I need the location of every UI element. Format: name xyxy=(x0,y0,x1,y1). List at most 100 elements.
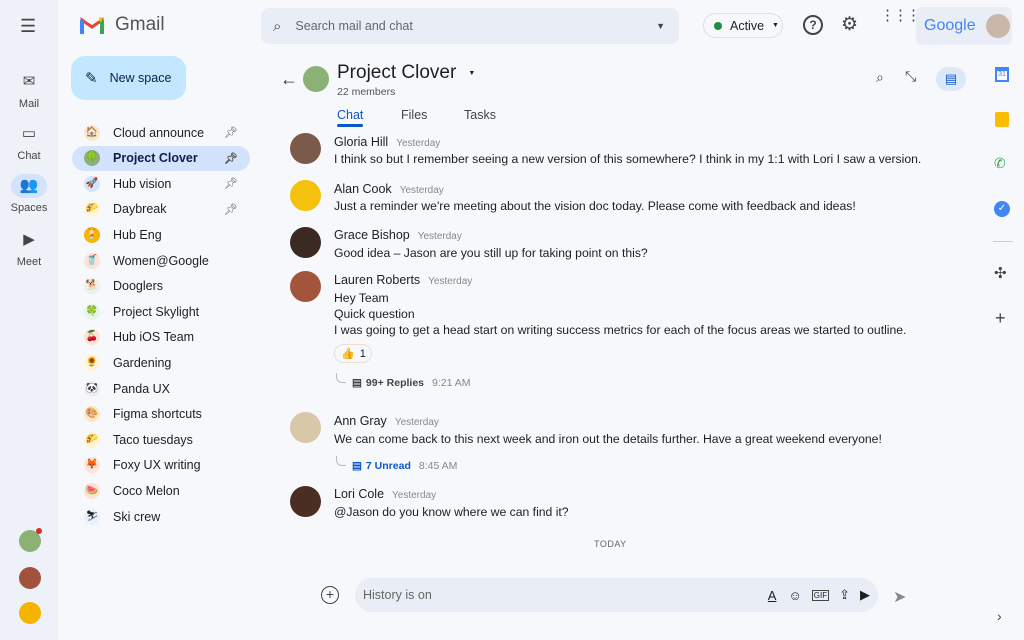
settings-gear-icon[interactable]: ⚙ xyxy=(841,13,858,36)
sidebar-item-space[interactable]: 🍀 Project Skylight xyxy=(72,299,250,324)
status-dropdown[interactable]: Active ▼ xyxy=(703,13,783,38)
search-bar[interactable]: ⌕ Search mail and chat ▼ xyxy=(261,8,679,44)
sidebar-item-space[interactable]: 🚀 Hub vision 📌︎ xyxy=(72,171,250,196)
tab-tasks[interactable]: Tasks xyxy=(464,108,496,122)
keep-icon[interactable] xyxy=(995,112,1009,127)
tab-label: Tasks xyxy=(464,108,496,122)
sidebar-item-space[interactable]: 🌻 Gardening xyxy=(72,350,250,375)
thumbs-up-icon: 👍 xyxy=(341,348,355,360)
menu-icon[interactable]: ☰ xyxy=(20,16,36,37)
sidebar-item-space[interactable]: 🎨 Figma shortcuts xyxy=(72,402,250,427)
reaction-count: 1 xyxy=(359,347,366,360)
space-title-text: Project Clover xyxy=(337,62,457,83)
search-icon[interactable]: ⌕ xyxy=(876,69,884,86)
tab-label: Files xyxy=(401,108,428,122)
space-label: Women@Google xyxy=(113,253,209,268)
tab-files[interactable]: Files xyxy=(401,108,427,122)
search-input[interactable]: Search mail and chat xyxy=(295,19,656,33)
app-name: Gmail xyxy=(115,14,165,35)
space-label: Hub vision xyxy=(113,176,172,191)
sidebar-item-space[interactable]: 🍀 Project Clover 📌︎ xyxy=(72,145,250,171)
sidebar-item-space[interactable]: 🍹 Hub Eng xyxy=(72,222,250,247)
sidebar-item-space[interactable]: 🏠 Cloud announce 📌︎ xyxy=(72,120,250,145)
new-space-button[interactable]: ✎ New space xyxy=(71,56,186,100)
sender-name: Gloria Hill Yesterday xyxy=(334,135,441,149)
add-icon[interactable]: + xyxy=(995,308,1006,329)
sidebar-item-space[interactable]: 🍒 Hub iOS Team xyxy=(72,325,250,350)
tab-chat[interactable]: Chat xyxy=(337,108,363,122)
emoji-icon[interactable]: ☺ xyxy=(788,588,801,603)
apps-grid-icon[interactable]: ⋮⋮⋮ xyxy=(880,8,921,23)
space-label: Panda UX xyxy=(113,381,170,396)
mail-icon: ✉ xyxy=(22,73,36,90)
gif-icon[interactable]: GIF xyxy=(811,589,830,601)
avatar[interactable] xyxy=(19,567,41,589)
rail-meet[interactable]: ▶ Meet xyxy=(0,228,58,268)
back-arrow-icon[interactable]: ← xyxy=(280,69,298,90)
send-icon[interactable]: ➤ xyxy=(893,587,906,607)
format-text-icon[interactable]: A xyxy=(768,588,777,603)
sidebar-item-space[interactable]: 🐼 Panda UX xyxy=(72,376,250,401)
help-icon[interactable]: ? xyxy=(803,15,823,35)
pencil-icon: ✎ xyxy=(85,70,98,87)
message-text: Good idea – Jason are you still up for t… xyxy=(334,246,648,260)
sidebar-item-space[interactable]: ⛷ Ski crew xyxy=(72,504,250,529)
avatar xyxy=(290,180,321,211)
pin-icon[interactable]: 📌︎ xyxy=(224,177,238,190)
space-title[interactable]: Project Clover ▼ xyxy=(337,62,475,84)
date-divider: TODAY xyxy=(594,539,627,549)
thread-unread-link[interactable]: ▤ 7 Unread 8:45 AM xyxy=(336,456,457,472)
pin-icon[interactable]: 📌︎ xyxy=(224,126,238,139)
status-label: Active xyxy=(730,18,765,33)
rail-mail[interactable]: ✉ Mail xyxy=(0,70,58,110)
chevron-down-icon: ▼ xyxy=(468,69,476,77)
collapse-icon[interactable]: ⤡ xyxy=(905,68,916,85)
video-icon[interactable]: ▶ xyxy=(860,587,870,603)
space-emoji-icon: 🍒 xyxy=(84,329,100,346)
divider xyxy=(993,241,1013,242)
timestamp: Yesterday xyxy=(396,138,441,149)
chevron-down-icon: ▼ xyxy=(772,22,779,29)
voice-icon[interactable]: ✆ xyxy=(994,155,1006,172)
calendar-icon[interactable]: 31 xyxy=(995,67,1009,82)
sidebar-item-space[interactable]: 🥤 Women@Google xyxy=(72,248,250,273)
spaces-icon: 👥 xyxy=(11,174,47,198)
add-icon[interactable]: + xyxy=(321,586,339,604)
account-switcher[interactable]: Google xyxy=(916,7,1012,45)
thread-replies-link[interactable]: ▤ 99+ Replies 9:21 AM xyxy=(336,373,471,389)
sender-name: Grace Bishop Yesterday xyxy=(334,228,462,242)
rail-label: Mail xyxy=(18,98,40,110)
sidebar-item-space[interactable]: 🍉 Coco Melon xyxy=(72,478,250,503)
message-input[interactable]: History is on xyxy=(363,588,768,602)
sidebar-item-space[interactable]: 🐕 Dooglers xyxy=(72,274,250,299)
space-emoji-icon: 🥤 xyxy=(84,252,100,269)
pin-icon[interactable]: 📌︎ xyxy=(224,152,238,165)
new-space-label: New space xyxy=(109,71,172,85)
thread-unread-icon: ▤ xyxy=(352,460,362,472)
reaction-chip[interactable]: 👍 1 xyxy=(334,344,372,363)
pin-icon[interactable]: 📌︎ xyxy=(224,203,238,216)
gmail-logo[interactable]: Gmail xyxy=(80,14,165,36)
space-emoji-icon: 🐼 xyxy=(84,380,100,397)
threads-icon[interactable]: ▤ xyxy=(936,67,966,91)
avatar[interactable] xyxy=(19,602,41,624)
search-options-icon[interactable]: ▼ xyxy=(656,21,665,31)
space-label: Figma shortcuts xyxy=(113,407,202,422)
sender-name: Lori Cole Yesterday xyxy=(334,487,437,501)
space-label: Hub Eng xyxy=(113,227,162,242)
avatar xyxy=(290,271,321,302)
chevron-right-icon[interactable]: › xyxy=(997,608,1002,624)
upload-icon[interactable]: ⇪ xyxy=(839,587,850,603)
sidebar-item-space[interactable]: 🦊 Foxy UX writing xyxy=(72,453,250,478)
rail-label: Meet xyxy=(16,256,42,268)
member-count[interactable]: 22 members xyxy=(337,86,395,98)
sidebar-item-space[interactable]: 🌮 Daybreak 📌︎ xyxy=(72,197,250,222)
sidebar-item-space[interactable]: 🌮 Taco tuesdays xyxy=(72,427,250,452)
message-composer[interactable]: History is on A ☺ GIF ⇪ ▶ xyxy=(355,578,878,612)
rail-chat[interactable]: ▭ Chat xyxy=(0,122,58,162)
addons-puzzle-icon[interactable]: ✣ xyxy=(994,264,1007,282)
tasks-icon[interactable]: ✓ xyxy=(994,201,1010,217)
space-avatar xyxy=(303,66,329,92)
message-text: We can come back to this next week and i… xyxy=(334,432,882,446)
rail-spaces[interactable]: 👥 Spaces xyxy=(0,174,58,214)
